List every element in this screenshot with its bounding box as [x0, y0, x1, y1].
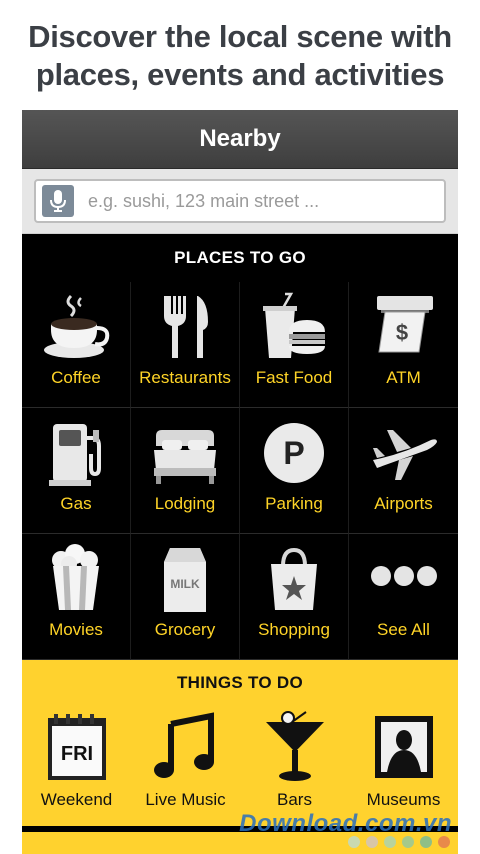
watermark-text: Download.com.vn — [239, 810, 452, 837]
milk-glyph: MILK — [170, 577, 200, 591]
search-input[interactable] — [86, 189, 430, 213]
promo-line-1: Discover the local scene with — [28, 19, 452, 54]
thing-live-music[interactable]: Live Music — [131, 706, 240, 826]
museum-painting-icon — [374, 716, 433, 778]
place-movies[interactable]: Movies — [22, 534, 131, 660]
watermark-dot — [438, 836, 450, 848]
place-parking[interactable]: P Parking — [240, 408, 349, 534]
phone-screen: Nearby PLACES TO GO — [22, 110, 458, 854]
more-dots-icon — [370, 566, 437, 586]
watermark-dot — [420, 836, 432, 848]
things-section: THINGS TO DO FRI Weekend Live Music Bars… — [22, 660, 458, 826]
place-label: ATM — [386, 368, 421, 387]
place-gas[interactable]: Gas — [22, 408, 131, 534]
calendar-fri-icon: FRI — [47, 714, 106, 780]
place-coffee[interactable]: Coffee — [22, 282, 131, 408]
calendar-text: FRI — [60, 743, 92, 765]
app-bar: Nearby — [22, 110, 458, 169]
page-title: Nearby — [199, 125, 281, 152]
place-see-all[interactable]: See All — [349, 534, 458, 660]
place-label: Movies — [49, 620, 103, 639]
place-label: Lodging — [154, 494, 216, 513]
promo-header: Discover the local scene with places, ev… — [0, 0, 480, 110]
thing-label: Weekend — [40, 790, 113, 809]
thing-label: Live Music — [145, 790, 226, 809]
microphone-icon[interactable] — [42, 185, 74, 217]
milk-carton-icon: MILK — [164, 548, 206, 612]
place-airports[interactable]: Airports — [349, 408, 458, 534]
place-atm[interactable]: $ ATM — [349, 282, 458, 408]
thing-label: Museums — [366, 790, 441, 809]
popcorn-icon — [52, 544, 99, 610]
place-label: Parking — [265, 494, 323, 513]
thing-label: Bars — [277, 790, 312, 809]
promo-line-2: places, events and activities — [35, 57, 445, 92]
places-grid: Coffee Restaurants Fast Food $ ATM Gas L… — [22, 282, 458, 660]
search-bar — [22, 169, 458, 234]
places-section: PLACES TO GO Coffee Restaurants Fast Foo… — [22, 234, 458, 660]
things-heading: THINGS TO DO — [176, 673, 304, 692]
gas-pump-icon — [49, 424, 101, 486]
place-label: See All — [377, 620, 430, 639]
thing-bars[interactable]: Bars — [240, 706, 349, 826]
thing-weekend[interactable]: FRI Weekend — [22, 706, 131, 826]
burger-drink-icon — [263, 292, 325, 358]
coffee-cup-icon — [44, 294, 110, 358]
place-grocery[interactable]: MILK Grocery — [131, 534, 240, 660]
place-label: Airports — [374, 494, 433, 513]
bed-icon — [154, 430, 216, 484]
watermark-dot — [348, 836, 360, 848]
places-heading: PLACES TO GO — [174, 248, 306, 267]
parking-glyph: P — [283, 435, 304, 471]
watermark-dots — [348, 836, 450, 848]
watermark-dot — [384, 836, 396, 848]
fork-knife-icon — [164, 296, 208, 358]
place-label: Fast Food — [255, 368, 333, 387]
search-box — [34, 179, 446, 223]
place-fast-food[interactable]: Fast Food — [240, 282, 349, 408]
things-grid: FRI Weekend Live Music Bars Museums — [22, 706, 458, 826]
place-label: Grocery — [154, 620, 216, 639]
airplane-icon — [372, 430, 437, 480]
cocktail-icon — [265, 711, 324, 781]
shopping-bag-icon — [271, 547, 317, 610]
thing-museums[interactable]: Museums — [349, 706, 458, 826]
place-label: Shopping — [258, 620, 330, 639]
place-lodging[interactable]: Lodging — [131, 408, 240, 534]
atm-dollar-glyph: $ — [395, 320, 407, 345]
watermark-dot — [402, 836, 414, 848]
music-note-icon — [153, 712, 214, 778]
watermark-dot — [366, 836, 378, 848]
atm-cash-icon: $ — [376, 296, 433, 353]
place-shopping[interactable]: Shopping — [240, 534, 349, 660]
place-label: Coffee — [51, 368, 101, 387]
place-label: Gas — [60, 494, 92, 513]
place-label: Restaurants — [139, 368, 231, 387]
parking-icon: P — [264, 423, 324, 483]
place-restaurants[interactable]: Restaurants — [131, 282, 240, 408]
